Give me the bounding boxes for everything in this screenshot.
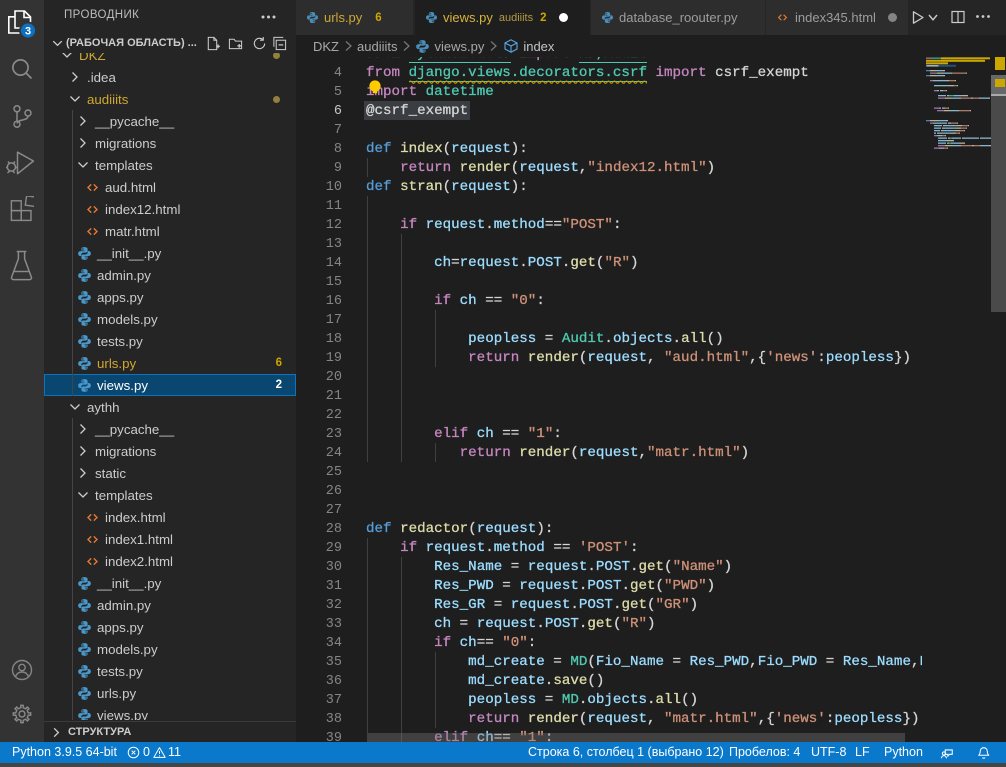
svg-text:3: 3: [25, 25, 31, 37]
